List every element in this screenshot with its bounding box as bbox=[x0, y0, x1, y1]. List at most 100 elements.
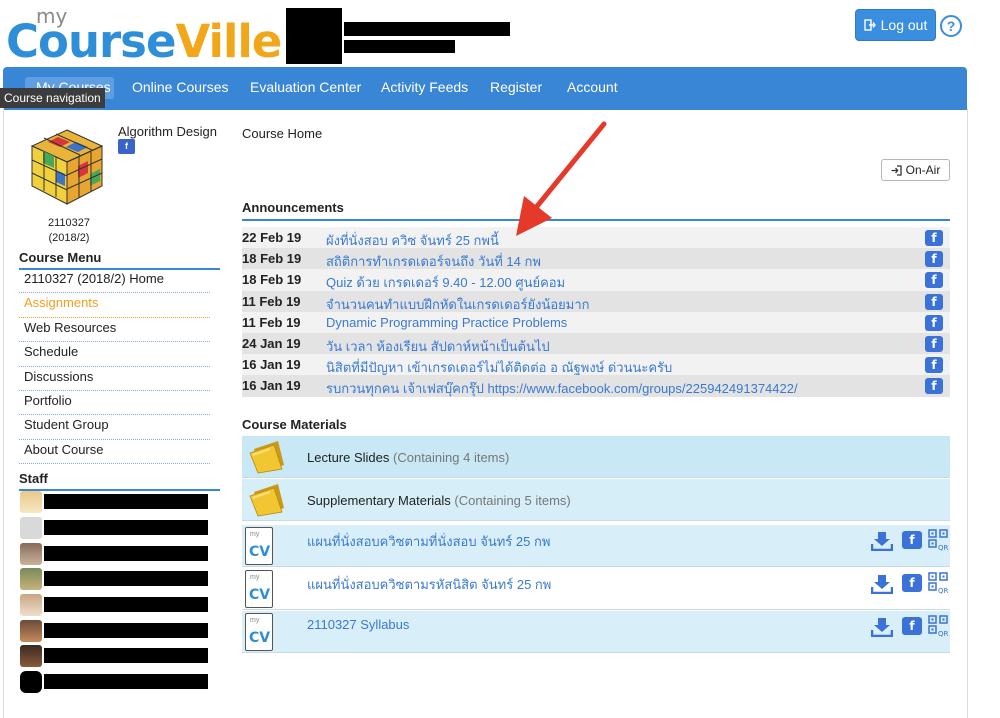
course-title: Algorithm Design bbox=[118, 124, 217, 139]
staff-avatar bbox=[20, 594, 42, 616]
menu-item-schedule[interactable]: Schedule bbox=[19, 342, 210, 367]
courseville-doc-icon: my CV bbox=[245, 613, 273, 651]
on-air-button[interactable]: On-Air bbox=[881, 159, 950, 181]
nav-account[interactable]: Account bbox=[567, 79, 618, 95]
logout-label: Log out bbox=[880, 17, 928, 33]
nav-online-courses[interactable]: Online Courses bbox=[132, 79, 229, 95]
logout-icon bbox=[863, 19, 876, 31]
staff-member[interactable] bbox=[20, 568, 210, 590]
folder-icon bbox=[249, 441, 284, 474]
courseville-logo[interactable]: my CourseVille bbox=[6, 2, 282, 68]
menu-item-portfolio[interactable]: Portfolio bbox=[19, 391, 210, 416]
file-link[interactable]: แผนที่นั่งสอบควิซตามรหัสนิสิต จันทร์ 25 … bbox=[307, 574, 551, 595]
menu-item-web-resources[interactable]: Web Resources bbox=[19, 318, 210, 343]
redacted-staff-name bbox=[44, 571, 208, 586]
announcement-link[interactable]: รบกวนทุกคน เจ้าเฟสบุ๊คกรุ๊ป https://www.… bbox=[326, 378, 798, 399]
facebook-share-icon[interactable]: f bbox=[902, 617, 922, 635]
menu-item-discussions[interactable]: Discussions bbox=[19, 367, 210, 391]
nav-register[interactable]: Register bbox=[490, 79, 542, 95]
announcement-date: 16 Jan 19 bbox=[242, 357, 301, 373]
announcement-row: 16 Jan 19 นิสิตที่มีปัญหา เข้าเกรดเดอร์ไม… bbox=[242, 354, 950, 376]
staff-member[interactable] bbox=[20, 543, 210, 565]
announcement-row: 16 Jan 19 รบกวนทุกคน เจ้าเฟสบุ๊คกรุ๊ป htt… bbox=[242, 375, 950, 399]
folder-row[interactable]: Lecture Slides (Containing 4 items) bbox=[242, 436, 950, 478]
facebook-share-icon[interactable]: f bbox=[925, 293, 943, 310]
announcement-link[interactable]: Dynamic Programming Practice Problems bbox=[326, 315, 567, 330]
course-navigation-tooltip: Course navigation bbox=[0, 88, 105, 108]
staff-heading: Staff bbox=[19, 471, 220, 491]
menu-item-assignments[interactable]: Assignments bbox=[19, 293, 210, 318]
redacted-user-id bbox=[344, 40, 455, 53]
file-row: my CV แผนที่นั่งสอบควิซตามรหัสนิสิต จันทร… bbox=[242, 568, 950, 610]
announcement-row: 18 Feb 19 Quiz ด้วย เกรดเดอร์ 9.40 - 12.0… bbox=[242, 269, 950, 291]
staff-avatar bbox=[20, 620, 42, 642]
redacted-user-photo bbox=[286, 8, 342, 64]
announcement-date: 16 Jan 19 bbox=[242, 378, 301, 394]
facebook-share-icon[interactable]: f bbox=[902, 574, 922, 592]
facebook-share-icon[interactable]: f bbox=[925, 314, 943, 331]
download-icon[interactable] bbox=[871, 617, 893, 637]
download-icon[interactable] bbox=[871, 531, 893, 551]
staff-member[interactable] bbox=[20, 645, 210, 667]
staff-member[interactable] bbox=[20, 620, 210, 642]
file-link[interactable]: แผนที่นั่งสอบควิซตามที่นั่งสอบ จันทร์ 25… bbox=[307, 531, 550, 552]
svg-text:QR: QR bbox=[938, 630, 948, 637]
file-row: my CV 2110327 Syllabus f QR bbox=[242, 611, 950, 653]
announcement-date: 18 Feb 19 bbox=[242, 251, 302, 267]
svg-text:QR: QR bbox=[938, 544, 948, 551]
facebook-share-icon[interactable]: f bbox=[925, 272, 943, 289]
facebook-share-icon[interactable]: f bbox=[925, 335, 943, 352]
facebook-share-icon[interactable]: f bbox=[925, 251, 943, 268]
course-id: 2110327 (2018/2) bbox=[47, 217, 90, 244]
nav-activity-feeds[interactable]: Activity Feeds bbox=[381, 79, 468, 95]
announcement-row: 18 Feb 19 สถิติการทำเกรดเดอร์จนถึง วันที่… bbox=[242, 248, 950, 270]
facebook-share-icon[interactable]: f bbox=[925, 230, 943, 246]
nav-evaluation-center[interactable]: Evaluation Center bbox=[250, 79, 361, 95]
course-menu-heading: Course Menu bbox=[19, 250, 220, 270]
redacted-staff-name bbox=[44, 597, 208, 612]
qr-code-icon[interactable]: QR bbox=[928, 529, 948, 551]
staff-avatar bbox=[20, 645, 42, 667]
announcement-date: 18 Feb 19 bbox=[242, 272, 302, 288]
file-link[interactable]: 2110327 Syllabus bbox=[307, 617, 409, 632]
announcement-row: 11 Feb 19 Dynamic Programming Practice Pr… bbox=[242, 311, 950, 333]
redacted-staff-name bbox=[44, 674, 208, 689]
staff-avatar bbox=[20, 671, 42, 693]
folder-icon bbox=[249, 484, 284, 517]
staff-avatar bbox=[20, 517, 42, 539]
announcement-date: 11 Feb 19 bbox=[242, 293, 301, 309]
menu-item-home[interactable]: 2110327 (2018/2) Home bbox=[19, 269, 210, 294]
announcements-list: 22 Feb 19 ผังที่นั่งสอบ ควิซ จันทร์ 25 กพ… bbox=[242, 227, 950, 397]
staff-member[interactable] bbox=[20, 517, 210, 539]
courseville-doc-icon: my CV bbox=[245, 570, 273, 608]
redacted-staff-name bbox=[44, 623, 208, 638]
staff-member[interactable] bbox=[20, 671, 210, 693]
courseville-doc-icon: my CV bbox=[245, 527, 273, 565]
menu-item-student-group[interactable]: Student Group bbox=[19, 415, 210, 440]
course-cube-logo bbox=[30, 129, 104, 205]
on-air-label: On-Air bbox=[905, 163, 941, 177]
facebook-group-icon[interactable]: f bbox=[118, 139, 135, 154]
redacted-staff-name bbox=[44, 648, 208, 663]
folder-name: Supplementary Materials (Containing 5 it… bbox=[307, 493, 571, 508]
redacted-user-name bbox=[344, 22, 510, 36]
logout-button[interactable]: Log out bbox=[855, 9, 936, 41]
menu-item-about-course[interactable]: About Course bbox=[19, 440, 210, 465]
help-icon[interactable]: ? bbox=[940, 15, 962, 37]
facebook-share-icon[interactable]: f bbox=[925, 357, 943, 374]
qr-code-icon[interactable]: QR bbox=[928, 572, 948, 594]
announcement-date: 24 Jan 19 bbox=[242, 335, 301, 351]
announcement-row: 24 Jan 19 วัน เวลา ห้องเรียน สัปดาห์หน้าเ… bbox=[242, 332, 950, 355]
qr-code-icon[interactable]: QR bbox=[928, 615, 948, 637]
signin-icon bbox=[891, 164, 902, 176]
staff-member[interactable] bbox=[20, 491, 210, 513]
facebook-share-icon[interactable]: f bbox=[925, 378, 943, 395]
facebook-share-icon[interactable]: f bbox=[902, 531, 922, 549]
staff-avatar bbox=[20, 568, 42, 590]
file-row: my CV แผนที่นั่งสอบควิซตามที่นั่งสอบ จันท… bbox=[242, 525, 950, 567]
announcement-date: 11 Feb 19 bbox=[242, 314, 301, 330]
folder-row[interactable]: Supplementary Materials (Containing 5 it… bbox=[242, 479, 950, 521]
staff-avatar bbox=[20, 543, 42, 565]
staff-member[interactable] bbox=[20, 594, 210, 616]
download-icon[interactable] bbox=[871, 574, 893, 594]
